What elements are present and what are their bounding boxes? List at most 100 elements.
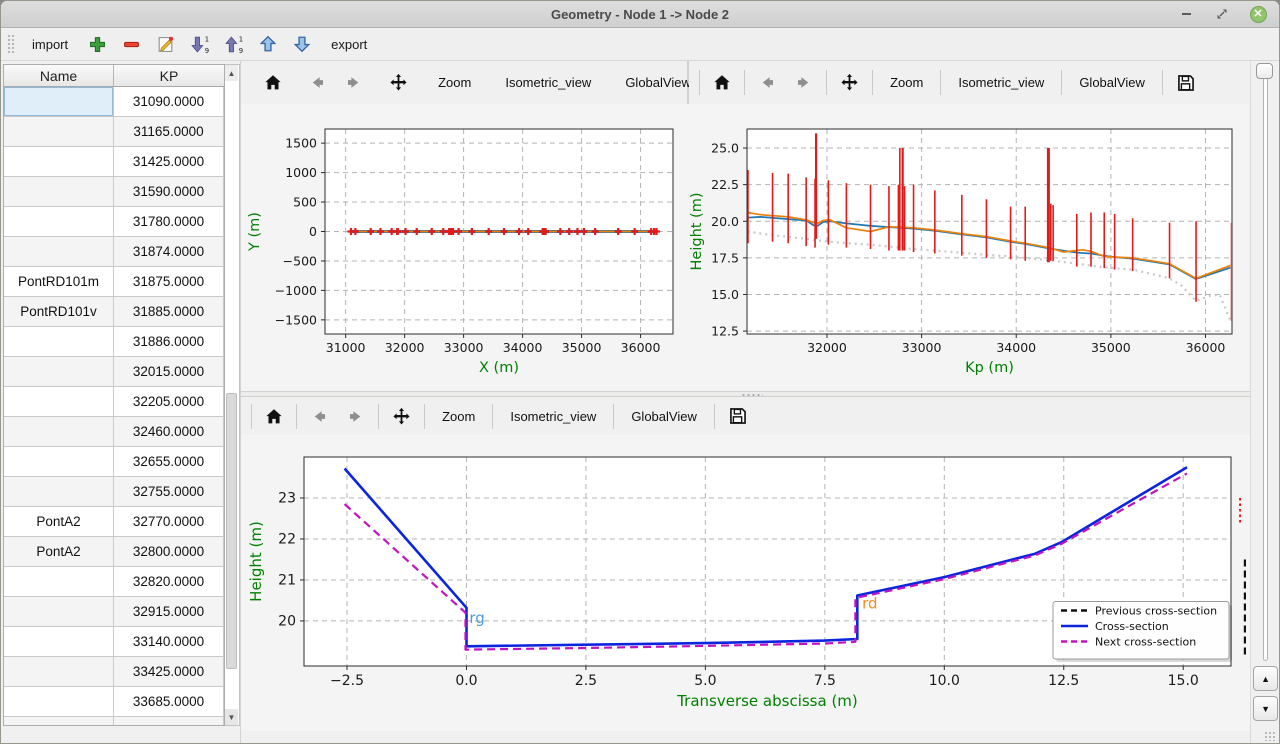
isometric-view-button[interactable]: Isometric_view [502,407,604,426]
delete-row-button[interactable] [118,31,145,58]
home-button[interactable] [260,72,286,93]
table-row[interactable]: 31886.0000 [4,327,224,357]
globalview-button[interactable]: GlobalView [1071,73,1153,92]
profile-figure[interactable]: 320003300034000350003600012.515.017.520.… [689,104,1249,391]
plan-view-figure[interactable]: 310003200033000340003500036000−1500−1000… [241,104,689,391]
cell-kp[interactable]: 32915.0000 [114,597,224,627]
isometric-view-button[interactable]: Isometric_view [497,73,599,92]
cell-kp[interactable]: 32800.0000 [114,537,224,567]
cross-sections-table[interactable]: Name KP 31090.000031165.000031425.000031… [3,64,225,726]
close-button[interactable]: ✕ [1249,5,1267,23]
cell-kp[interactable]: 33685.0000 [114,687,224,717]
cell-kp[interactable]: 32655.0000 [114,447,224,477]
table-row[interactable]: 33685.0000 [4,687,224,717]
cell-name[interactable] [4,327,114,357]
cell-kp[interactable]: 32820.0000 [114,567,224,597]
zoom-button[interactable]: Zoom [882,73,931,92]
cell-kp[interactable]: 31874.0000 [114,237,224,267]
cell-name[interactable] [4,417,114,447]
table-row[interactable]: PontA232770.0000 [4,507,224,537]
cell-kp[interactable]: 31885.0000 [114,297,224,327]
cell-kp[interactable]: 31425.0000 [114,147,224,177]
cell-name[interactable] [4,207,114,237]
table-row[interactable]: 31165.0000 [4,117,224,147]
section-down-button[interactable]: ▼ [1253,696,1278,721]
cell-kp[interactable]: 33425.0000 [114,657,224,687]
add-row-button[interactable] [84,31,111,58]
cell-name[interactable] [4,597,114,627]
cell-kp[interactable]: 31590.0000 [114,177,224,207]
column-header-name[interactable]: Name [4,65,114,86]
table-row[interactable]: 32820.0000 [4,567,224,597]
cell-kp[interactable]: 32770.0000 [114,507,224,537]
resize-grip[interactable] [1264,731,1276,741]
column-header-kp[interactable]: KP [114,65,224,86]
table-row[interactable]: 32915.0000 [4,597,224,627]
globalview-button[interactable]: GlobalView [623,407,705,426]
table-row[interactable]: 32460.0000 [4,417,224,447]
table-row[interactable]: 32015.0000 [4,357,224,387]
cell-name[interactable] [4,567,114,597]
home-button[interactable] [261,406,287,427]
back-button[interactable] [754,72,781,93]
back-button[interactable] [304,72,331,93]
back-button[interactable] [306,406,333,427]
table-row[interactable]: 31090.0000 [4,87,224,117]
zoom-button[interactable]: Zoom [430,73,479,92]
home-button[interactable] [709,72,735,93]
scroll-up-button[interactable]: ▲ [225,65,238,81]
table-row[interactable]: 33140.0000 [4,627,224,657]
cell-kp[interactable]: 32205.0000 [114,387,224,417]
titlebar[interactable]: Geometry - Node 1 -> Node 2 ✕ [1,1,1279,28]
import-label[interactable]: import [32,37,68,52]
cell-name[interactable] [4,477,114,507]
table-row[interactable]: 31425.0000 [4,147,224,177]
table-row[interactable]: PontRD101v31885.0000 [4,297,224,327]
edit-button[interactable] [152,31,179,58]
table-row[interactable]: 32655.0000 [4,447,224,477]
scrollbar-thumb[interactable] [226,393,237,669]
cell-kp[interactable]: 32460.0000 [114,417,224,447]
table-row[interactable]: 32755.0000 [4,477,224,507]
cell-name[interactable] [4,237,114,267]
cross-section-figure[interactable]: −2.50.02.55.07.510.012.515.020212223Tran… [241,435,1251,731]
globalview-button[interactable]: GlobalView [617,73,699,92]
table-row[interactable]: 33425.0000 [4,657,224,687]
section-up-button[interactable]: ▲ [1253,666,1278,691]
isometric-view-button[interactable]: Isometric_view [950,73,1052,92]
cell-name[interactable] [4,627,114,657]
cell-name[interactable]: PontA2 [4,507,114,537]
minimize-button[interactable] [1177,5,1195,23]
cell-name[interactable]: PontA2 [4,537,114,567]
cell-kp[interactable]: 31886.0000 [114,327,224,357]
table-row[interactable]: PontA232800.0000 [4,537,224,567]
forward-button[interactable] [340,72,367,93]
table-row[interactable]: 31780.0000 [4,207,224,237]
cell-name[interactable] [4,657,114,687]
table-row[interactable]: 32205.0000 [4,387,224,417]
cell-name[interactable] [4,117,114,147]
zoom-button[interactable]: Zoom [434,407,483,426]
cell-name[interactable] [4,177,114,207]
cell-kp[interactable]: 33140.0000 [114,627,224,657]
forward-button[interactable] [790,72,817,93]
save-figure-button[interactable] [724,404,752,428]
table-row[interactable]: 31874.0000 [4,237,224,267]
cell-kp[interactable] [114,717,224,726]
cell-kp[interactable]: 32755.0000 [114,477,224,507]
cell-name[interactable] [4,147,114,177]
horizontal-splitter[interactable] [241,391,1250,397]
cell-kp[interactable]: 32015.0000 [114,357,224,387]
cell-name[interactable]: PontRD101m [4,267,114,297]
move-up-button[interactable] [254,31,281,58]
table-row[interactable] [4,717,224,726]
toolbar-grip[interactable] [7,34,14,54]
section-slider[interactable] [1263,64,1268,661]
pan-button[interactable] [385,71,412,94]
table-row[interactable]: 31590.0000 [4,177,224,207]
table-scrollbar[interactable]: ▲ ▼ [225,64,240,726]
sort-descending-button[interactable]: 1 9 [186,31,213,58]
export-label[interactable]: export [331,37,367,52]
cell-kp[interactable]: 31875.0000 [114,267,224,297]
cell-name[interactable] [4,357,114,387]
